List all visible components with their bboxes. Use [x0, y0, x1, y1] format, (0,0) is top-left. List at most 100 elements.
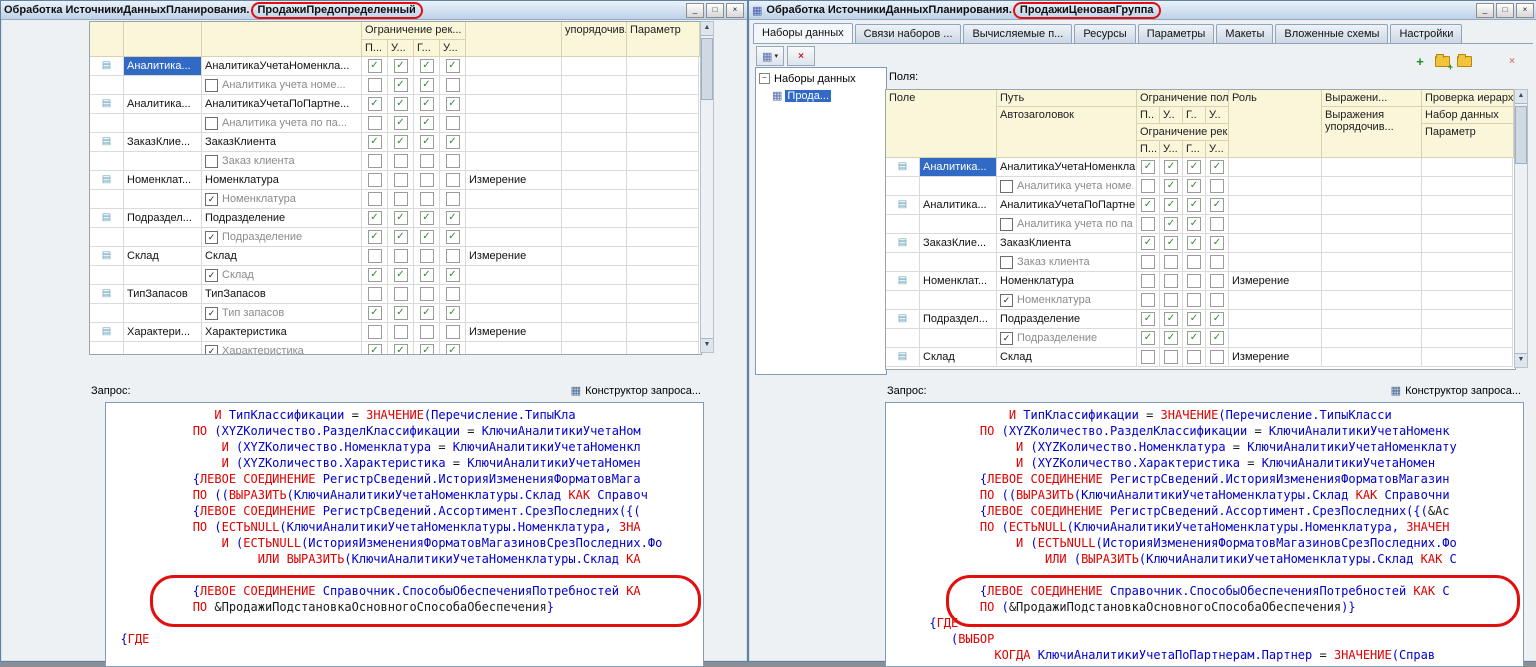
field-name-cell[interactable]: Подраздел...	[124, 209, 202, 228]
path-cell[interactable]: АналитикаУчетаПоПартне...	[997, 196, 1137, 215]
field-name-cell[interactable]	[124, 76, 202, 95]
restriction-checkbox[interactable]: ✓	[1164, 331, 1178, 345]
restriction-checkbox[interactable]: ✓	[420, 135, 434, 149]
restriction-checkbox[interactable]: ✓	[446, 306, 460, 320]
restriction-checkbox[interactable]	[1141, 217, 1155, 231]
auto-title-checkbox[interactable]	[1000, 218, 1013, 231]
header-field-col[interactable]: Поле	[886, 90, 997, 158]
auto-title-checkbox[interactable]: ✓	[205, 269, 218, 282]
field-title-row[interactable]: ✓Подразделение✓✓✓✓	[886, 329, 1515, 348]
restriction-checkbox[interactable]: ✓	[446, 135, 460, 149]
restriction-checkbox[interactable]	[394, 325, 408, 339]
restriction-checkbox[interactable]	[446, 192, 460, 206]
restriction-checkbox[interactable]	[446, 173, 460, 187]
field-name-cell[interactable]: Номенклат...	[920, 272, 997, 291]
restriction-checkbox[interactable]	[368, 154, 382, 168]
restriction-checkbox[interactable]: ✓	[420, 268, 434, 282]
restriction-checkbox[interactable]: ✓	[1210, 160, 1224, 174]
auto-title-checkbox[interactable]	[205, 155, 218, 168]
path-cell[interactable]: ✓Характеристика	[202, 342, 362, 355]
path-cell[interactable]: Номенклатура	[997, 272, 1137, 291]
field-name-cell[interactable]	[124, 152, 202, 171]
field-name-cell[interactable]	[124, 342, 202, 355]
scroll-thumb[interactable]	[1515, 106, 1527, 164]
path-cell[interactable]: Номенклатура	[202, 171, 362, 190]
field-row[interactable]: ▤Характери...ХарактеристикаИзмерение	[90, 323, 701, 342]
restriction-checkbox[interactable]: ✓	[446, 344, 460, 355]
restriction-checkbox[interactable]	[1187, 274, 1201, 288]
add-field-button[interactable]: +	[1411, 53, 1429, 69]
header-expr-col[interactable]: Выражени...	[1322, 90, 1422, 107]
restriction-checkbox[interactable]: ✓	[368, 135, 382, 149]
path-cell[interactable]: Аналитика учета по па...	[997, 215, 1137, 234]
restriction-checkbox[interactable]: ✓	[446, 268, 460, 282]
restriction-checkbox[interactable]: ✓	[1164, 217, 1178, 231]
field-name-cell[interactable]: ТипЗапасов	[124, 285, 202, 304]
restriction-checkbox[interactable]: ✓	[394, 59, 408, 73]
path-cell[interactable]: ✓Подразделение	[997, 329, 1137, 348]
field-title-row[interactable]: Заказ клиента	[886, 253, 1515, 272]
restriction-checkbox[interactable]	[1187, 293, 1201, 307]
scroll-up-icon[interactable]: ▲	[701, 22, 713, 36]
path-cell[interactable]: Подразделение	[202, 209, 362, 228]
restriction-checkbox[interactable]	[420, 192, 434, 206]
field-name-cell[interactable]: Склад	[920, 348, 997, 367]
path-cell[interactable]: Характеристика	[202, 323, 362, 342]
right-query-builder-link[interactable]: ▦ Конструктор запроса...	[1391, 384, 1521, 397]
restriction-checkbox[interactable]	[1210, 217, 1224, 231]
auto-title-checkbox[interactable]	[205, 79, 218, 92]
auto-title-checkbox[interactable]	[205, 117, 218, 130]
left-query-builder-link[interactable]: ▦ Конструктор запроса...	[571, 384, 701, 397]
field-row[interactable]: ▤Подраздел...Подразделение✓✓✓✓	[90, 209, 701, 228]
right-query-editor[interactable]: И ТипКлассификации = ЗНАЧЕНИЕ(Перечислен…	[885, 402, 1524, 667]
restriction-checkbox[interactable]: ✓	[420, 78, 434, 92]
right-grid-scrollbar[interactable]: ▲ ▼	[1514, 89, 1528, 368]
field-row[interactable]: ▤Подраздел...Подразделение✓✓✓✓	[886, 310, 1515, 329]
path-cell[interactable]: ✓Номенклатура	[997, 291, 1137, 310]
restriction-checkbox[interactable]	[1210, 293, 1224, 307]
restriction-checkbox[interactable]: ✓	[1187, 331, 1201, 345]
left-titlebar[interactable]: Обработка ИсточникиДанныхПланирования.Пр…	[1, 1, 747, 20]
restriction-checkbox[interactable]: ✓	[394, 306, 408, 320]
restriction-checkbox[interactable]	[420, 173, 434, 187]
path-cell[interactable]: ✓Тип запасов	[202, 304, 362, 323]
restriction-checkbox[interactable]: ✓	[1210, 312, 1224, 326]
auto-title-checkbox[interactable]: ✓	[205, 345, 218, 356]
restriction-checkbox[interactable]: ✓	[394, 116, 408, 130]
restriction-checkbox[interactable]	[420, 287, 434, 301]
restriction-checkbox[interactable]: ✓	[1187, 198, 1201, 212]
close-button[interactable]: ×	[1516, 3, 1534, 18]
restriction-checkbox[interactable]	[394, 173, 408, 187]
header-field-restriction[interactable]: Ограничение поля	[1137, 90, 1229, 107]
delete-field-button[interactable]: ×	[1503, 53, 1521, 69]
restriction-checkbox[interactable]	[1141, 274, 1155, 288]
path-cell[interactable]: Заказ клиента	[202, 152, 362, 171]
path-cell[interactable]: ТипЗапасов	[202, 285, 362, 304]
restriction-checkbox[interactable]: ✓	[394, 211, 408, 225]
restriction-checkbox[interactable]	[368, 173, 382, 187]
restriction-checkbox[interactable]	[1210, 274, 1224, 288]
field-name-cell[interactable]: Аналитика...	[920, 158, 997, 177]
restriction-checkbox[interactable]: ✓	[394, 78, 408, 92]
field-name-cell[interactable]	[124, 114, 202, 133]
field-name-cell[interactable]	[920, 253, 997, 272]
restriction-checkbox[interactable]	[446, 287, 460, 301]
auto-title-checkbox[interactable]	[1000, 180, 1013, 193]
left-query-editor[interactable]: И ТипКлассификации = ЗНАЧЕНИЕ(Перечислен…	[105, 402, 704, 667]
restriction-checkbox[interactable]	[420, 249, 434, 263]
header-u1[interactable]: У...	[1160, 141, 1183, 158]
header-ordering-col[interactable]: Выражения упорядочив...	[1322, 107, 1422, 158]
field-name-cell[interactable]	[124, 266, 202, 285]
field-title-row[interactable]: Аналитика учета номе...✓✓	[886, 177, 1515, 196]
restriction-checkbox[interactable]	[1141, 350, 1155, 364]
path-cell[interactable]: Аналитика учета номе...	[202, 76, 362, 95]
field-name-cell[interactable]: Склад	[124, 247, 202, 266]
field-name-cell[interactable]	[920, 177, 997, 196]
restriction-checkbox[interactable]	[446, 78, 460, 92]
path-cell[interactable]: ✓Склад	[202, 266, 362, 285]
field-name-cell[interactable]: ЗаказКлие...	[920, 234, 997, 253]
restriction-checkbox[interactable]: ✓	[394, 344, 408, 355]
tab-8[interactable]: Настройки	[1390, 24, 1462, 43]
restriction-checkbox[interactable]: ✓	[1164, 236, 1178, 250]
tab-6[interactable]: Макеты	[1216, 24, 1273, 43]
